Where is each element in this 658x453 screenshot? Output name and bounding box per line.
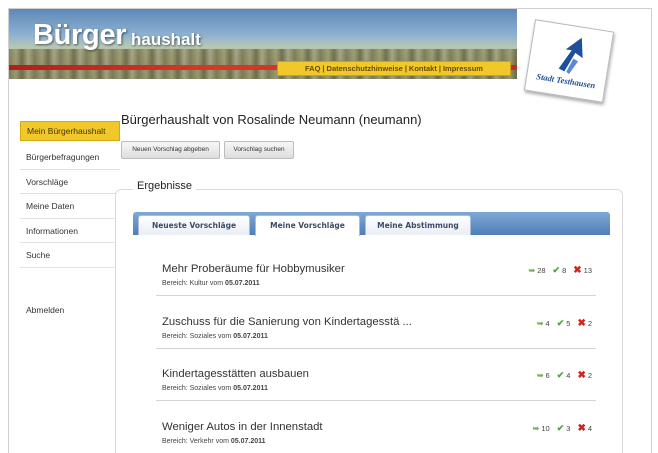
- no-count: 4: [588, 424, 592, 433]
- no-count: 2: [588, 371, 592, 380]
- list-item: Zuschuss für die Sanierung von Kindertag…: [156, 309, 602, 362]
- nav-link-faq[interactable]: FAQ: [305, 64, 320, 73]
- divider: [156, 295, 596, 296]
- top-nav: FAQ|Datenschutzhinweise|Kontakt|Impressu…: [277, 61, 511, 76]
- proposal-meta: Bereich: Kultur vom 05.07.2011: [162, 280, 260, 287]
- proposal-stats: ➥28 ✔8 ✖13: [522, 265, 593, 276]
- search-proposal-button[interactable]: Vorschlag suchen: [224, 141, 294, 159]
- site-title: Bürger: [33, 19, 126, 52]
- comment-count: 6: [546, 371, 550, 380]
- proposal-stats: ➥4 ✔5 ✖2: [530, 318, 592, 329]
- proposal-list: Mehr Proberäume für Hobbymusiker Bereich…: [156, 256, 602, 453]
- proposal-meta: Bereich: Verkehr vom 05.07.2011: [162, 438, 266, 445]
- nav-link-privacy[interactable]: Datenschutzhinweise: [327, 64, 403, 73]
- comment-count: 10: [541, 424, 549, 433]
- tab-meine-vorschlaege[interactable]: Meine Vorschläge: [255, 215, 360, 236]
- site-subtitle: haushalt: [131, 30, 201, 50]
- tab-meine-abstimmung[interactable]: Meine Abstimmung: [365, 215, 471, 235]
- proposal-meta: Bereich: Soziales vom 05.07.2011: [162, 385, 268, 392]
- yes-count: 4: [566, 371, 570, 380]
- results-title: Ergebnisse: [133, 180, 196, 192]
- check-icon: ✔: [557, 370, 565, 381]
- yes-count: 5: [566, 319, 570, 328]
- check-icon: ✔: [557, 318, 565, 329]
- proposal-stats: ➥10 ✔3 ✖4: [526, 423, 592, 434]
- comment-icon: ➥: [533, 424, 540, 433]
- proposal-stats: ➥6 ✔4 ✖2: [530, 370, 592, 381]
- check-icon: ✔: [557, 423, 565, 434]
- list-item: Mehr Proberäume für Hobbymusiker Bereich…: [156, 256, 602, 309]
- sidebar-nav: Mein Bürgerhaushalt Bürgerbefragungen Vo…: [20, 121, 120, 322]
- proposal-title[interactable]: Zuschuss für die Sanierung von Kindertag…: [162, 316, 412, 328]
- sidebar-item-vorschlaege[interactable]: Vorschläge: [20, 170, 120, 195]
- page-title: Bürgerhaushalt von Rosalinde Neumann (ne…: [121, 112, 422, 127]
- new-proposal-button[interactable]: Neuen Vorschlag abgeben: [121, 141, 220, 159]
- sidebar-item-suche[interactable]: Suche: [20, 243, 120, 268]
- sidebar-item-mein-buergerhaushalt[interactable]: Mein Bürgerhaushalt: [20, 121, 120, 141]
- sidebar-item-buergerbefragungen[interactable]: Bürgerbefragungen: [20, 145, 120, 170]
- divider: [156, 348, 596, 349]
- cross-icon: ✖: [577, 423, 585, 434]
- page-frame: Bürger haushalt FAQ|Datenschutzhinweise|…: [8, 8, 652, 453]
- check-icon: ✔: [553, 265, 561, 276]
- comment-icon: ➥: [537, 319, 544, 328]
- arrow-logo-icon: [542, 28, 598, 79]
- proposal-title[interactable]: Kindertagesstätten ausbauen: [162, 368, 309, 380]
- nav-link-imprint[interactable]: Impressum: [443, 64, 483, 73]
- yes-count: 8: [562, 266, 566, 275]
- divider: [156, 400, 596, 401]
- nav-link-contact[interactable]: Kontakt: [409, 64, 437, 73]
- proposal-title[interactable]: Mehr Proberäume für Hobbymusiker: [162, 263, 345, 275]
- comment-count: 28: [537, 266, 545, 275]
- cross-icon: ✖: [577, 318, 585, 329]
- proposal-title[interactable]: Weniger Autos in der Innenstadt: [162, 421, 323, 433]
- cross-icon: ✖: [577, 370, 585, 381]
- no-count: 2: [588, 319, 592, 328]
- proposal-meta: Bereich: Soziales vom 05.07.2011: [162, 333, 268, 340]
- comment-icon: ➥: [537, 371, 544, 380]
- comment-icon: ➥: [529, 266, 536, 275]
- list-item: Weniger Autos in der Innenstadt Bereich:…: [156, 414, 602, 453]
- sidebar-item-abmelden[interactable]: Abmelden: [20, 298, 120, 323]
- tab-neueste-vorschlaege[interactable]: Neueste Vorschläge: [138, 215, 250, 235]
- city-logo[interactable]: Stadt Testhausen: [524, 19, 614, 103]
- yes-count: 3: [566, 424, 570, 433]
- no-count: 13: [584, 266, 592, 275]
- cross-icon: ✖: [573, 265, 581, 276]
- header-banner: Bürger haushalt FAQ|Datenschutzhinweise|…: [9, 9, 517, 79]
- sidebar-item-meine-daten[interactable]: Meine Daten: [20, 194, 120, 219]
- list-item: Kindertagesstätten ausbauen Bereich: Soz…: [156, 361, 602, 414]
- comment-count: 4: [546, 319, 550, 328]
- sidebar-item-informationen[interactable]: Informationen: [20, 219, 120, 244]
